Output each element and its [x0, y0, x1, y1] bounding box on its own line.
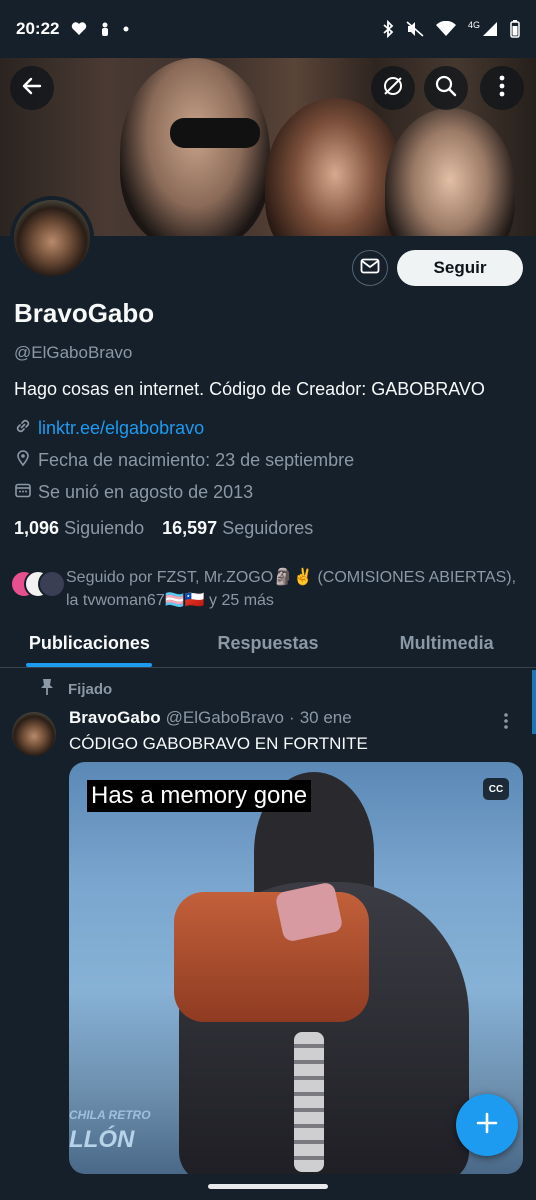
gesture-navigation-bar[interactable]	[208, 1184, 328, 1189]
dot-icon	[123, 26, 129, 32]
profile-link-text[interactable]: linktr.ee/elgabobravo	[38, 418, 204, 439]
more-vertical-icon	[499, 75, 505, 102]
tweet-video[interactable]: Has a memory gone CC CHILA RETRO LLÓN	[69, 762, 523, 1174]
search-icon	[434, 74, 458, 103]
follow-button[interactable]: Seguir	[397, 250, 523, 286]
heart-icon	[71, 22, 87, 36]
followed-by-text: Seguido por FZST, Mr.ZOGO🗿✌️ (COMISIONES…	[66, 569, 517, 609]
more-vertical-icon	[503, 713, 509, 734]
back-arrow-icon	[20, 74, 44, 103]
location-pin-icon	[14, 449, 32, 472]
avatar	[38, 570, 66, 598]
search-button[interactable]	[424, 66, 468, 110]
back-button[interactable]	[10, 66, 54, 110]
pinned-label: Fijado	[68, 680, 113, 698]
following-count[interactable]: 1,096 Siguiendo	[14, 518, 144, 539]
app-notification-icon	[99, 21, 111, 37]
tab-respuestas[interactable]: Respuestas	[179, 620, 358, 667]
battery-icon	[510, 20, 520, 38]
video-caption: Has a memory gone	[87, 780, 312, 812]
birth-date-text: Fecha de nacimiento: 23 de septiembre	[38, 450, 355, 470]
tweet-more-button[interactable]	[503, 712, 509, 735]
tweet-date[interactable]: 30 ene	[300, 708, 352, 728]
status-bar: 20:22 4G	[0, 0, 536, 58]
tweet-author-handle: @ElGaboBravo	[165, 708, 285, 727]
video-overlay-text: CHILA RETRO	[69, 1108, 151, 1122]
profile-tabs: Publicaciones Respuestas Multimedia	[0, 620, 536, 668]
followers-count[interactable]: 16,597 Seguidores	[162, 518, 313, 539]
birth-date: Fecha de nacimiento: 23 de septiembre	[14, 449, 354, 472]
more-options-button[interactable]	[480, 66, 524, 110]
tweet-text: CÓDIGO GABOBRAVO EN FORTNITE	[69, 734, 368, 753]
mail-icon	[360, 258, 380, 279]
bio: Hago cosas en internet. Código de Creado…	[14, 379, 485, 399]
video-overlay-title: LLÓN	[69, 1126, 135, 1153]
tweet-author-name[interactable]: BravoGabo	[69, 708, 161, 728]
no-grok-icon	[381, 74, 405, 103]
tab-multimedia[interactable]: Multimedia	[357, 620, 536, 667]
closed-captions-button[interactable]: CC	[483, 778, 509, 800]
user-handle: @ElGaboBravo	[14, 343, 133, 362]
tweet-separator: ·	[289, 708, 295, 727]
no-grok-button[interactable]	[371, 66, 415, 110]
profile-avatar[interactable]	[10, 196, 94, 280]
link-icon	[14, 417, 32, 440]
pin-icon	[40, 678, 54, 700]
status-time: 20:22	[16, 19, 60, 38]
mute-icon	[406, 21, 424, 37]
mutual-avatars	[10, 570, 66, 600]
message-button[interactable]	[352, 250, 388, 286]
join-date: Se unió en agosto de 2013	[14, 481, 253, 504]
calendar-icon	[14, 481, 32, 504]
scrollbar[interactable]	[532, 670, 536, 734]
tweet-author-avatar[interactable]	[12, 712, 56, 756]
network-label: 4G	[467, 20, 480, 30]
plus-icon	[475, 1111, 499, 1140]
wifi-icon	[435, 21, 456, 37]
follow-counts: 1,096 Siguiendo 16,597 Seguidores	[14, 518, 313, 539]
profile-link[interactable]: linktr.ee/elgabobravo	[14, 417, 204, 440]
followed-by[interactable]: Seguido por FZST, Mr.ZOGO🗿✌️ (COMISIONES…	[10, 566, 526, 612]
tab-publicaciones[interactable]: Publicaciones	[0, 620, 179, 667]
compose-button[interactable]	[456, 1094, 518, 1156]
pinned-indicator: Fijado	[40, 678, 112, 700]
signal-icon	[482, 21, 498, 37]
display-name: BravoGabo	[14, 298, 155, 328]
join-date-text: Se unió en agosto de 2013	[38, 482, 254, 502]
bluetooth-icon	[382, 20, 394, 38]
tweet-header: BravoGabo @ElGaboBravo · 30 ene	[69, 708, 352, 728]
